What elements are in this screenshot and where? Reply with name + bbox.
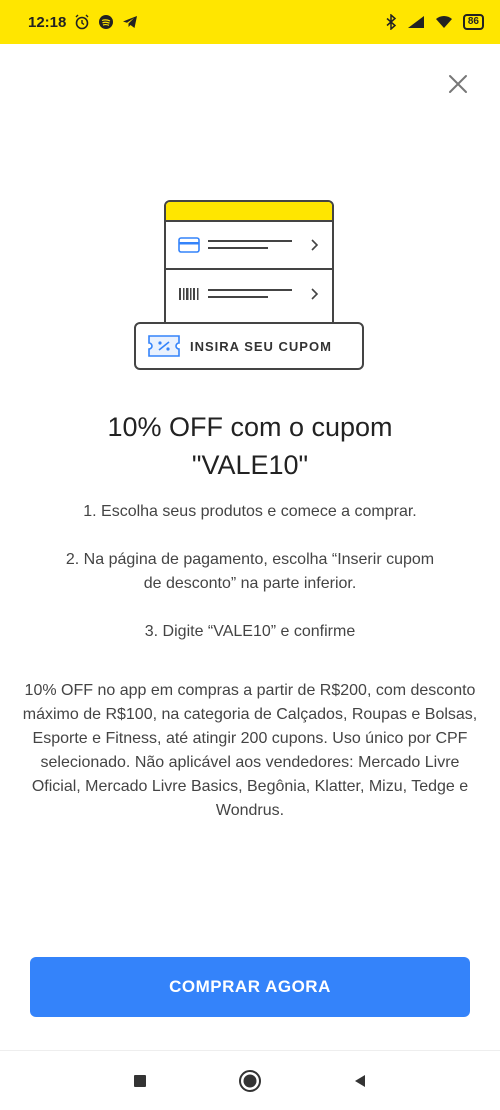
step-item: 2. Na página de pagamento, escolha “Inse…: [65, 551, 435, 592]
instruction-steps: 1. Escolha seus produtos e comece a comp…: [20, 500, 480, 668]
status-bar: 12:18 86: [0, 0, 500, 44]
battery-icon: 86: [462, 14, 484, 30]
coupon-input-illustration: INSIRA SEU CUPOM: [134, 322, 364, 370]
spotify-icon: [99, 15, 114, 29]
coupon-illustration: INSIRA SEU CUPOM: [134, 198, 366, 378]
text-lines-icon: [208, 289, 292, 298]
home-button[interactable]: [236, 1067, 264, 1095]
system-nav-bar: [0, 1050, 500, 1110]
card-header-bar: [166, 202, 332, 222]
buy-now-button[interactable]: COMPRAR AGORA: [30, 957, 470, 1017]
terms-text: 10% OFF no app em compras a partir de R$…: [22, 682, 478, 819]
status-time: 12:18: [28, 13, 67, 31]
coupon-label: INSIRA SEU CUPOM: [190, 338, 332, 354]
recents-icon: [134, 1074, 146, 1087]
chevron-right-icon: [311, 239, 319, 251]
back-icon: [355, 1074, 365, 1087]
step-item: 1. Escolha seus produtos e comece a comp…: [83, 503, 417, 520]
coupon-ticket-icon: [148, 335, 180, 357]
promo-title-line1: 10% OFF com o cupom: [107, 412, 393, 442]
status-right: 86: [385, 14, 484, 30]
chevron-right-icon: [311, 288, 319, 300]
recents-button[interactable]: [126, 1067, 154, 1095]
card-option-row: [166, 222, 332, 270]
wifi-icon: [435, 15, 452, 28]
home-icon: [239, 1069, 261, 1092]
credit-card-icon: [178, 237, 200, 253]
card-option-row: [166, 270, 332, 318]
close-icon: [449, 75, 467, 93]
step-item: 3. Digite “VALE10” e confirme: [144, 623, 356, 640]
barcode-icon: [179, 288, 199, 300]
text-lines-icon: [208, 240, 292, 249]
close-button[interactable]: [444, 70, 472, 98]
alarm-icon: [75, 14, 89, 30]
bluetooth-icon: [386, 14, 397, 30]
status-left: 12:18: [28, 14, 138, 31]
telegram-icon: [123, 16, 138, 28]
back-button[interactable]: [346, 1067, 374, 1095]
signal-icon: [407, 16, 424, 28]
payment-card-illustration: [164, 200, 334, 340]
promo-title-line2: "VALE10": [191, 450, 309, 480]
promo-title: 10% OFF com o cupom "VALE10": [0, 408, 500, 484]
